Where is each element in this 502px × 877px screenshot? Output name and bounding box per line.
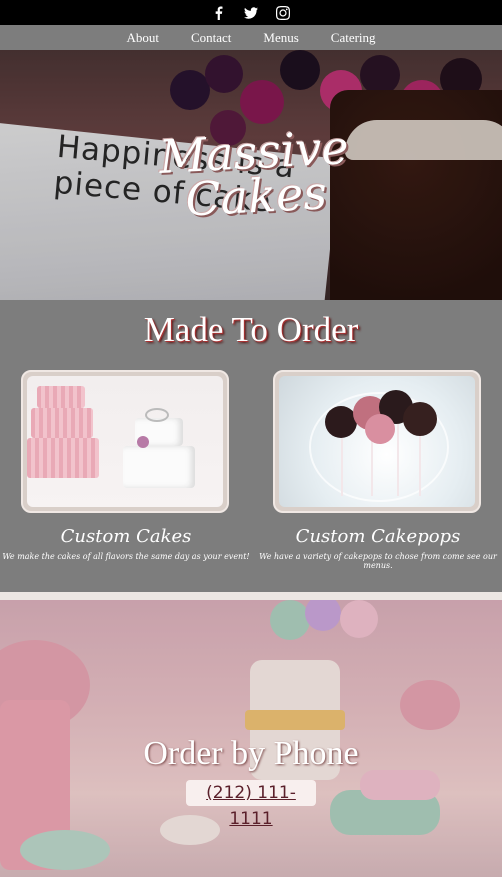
card-image-frame bbox=[21, 370, 229, 513]
section-heading: Made To Order bbox=[143, 310, 359, 349]
card-title-custom-cakes: Custom Cakes bbox=[60, 526, 192, 547]
card-custom-cakes[interactable] bbox=[21, 370, 231, 513]
card-title-custom-cakepops: Custom Cakepops bbox=[295, 526, 461, 547]
section-divider bbox=[0, 592, 502, 600]
card-desc-custom-cakes: We make the cakes of all flavors the sam… bbox=[2, 552, 250, 561]
social-bar bbox=[0, 0, 502, 25]
site-logo: Massive Cakes bbox=[148, 120, 362, 227]
order-by-phone-section: Order by Phone (212) 111-1111 bbox=[0, 600, 502, 877]
custom-cake-image bbox=[27, 376, 223, 507]
made-to-order-section: Made To Order Custom Cakes We make the c… bbox=[0, 300, 502, 592]
main-nav: About Contact Menus Catering bbox=[0, 25, 502, 50]
nav-contact[interactable]: Contact bbox=[191, 30, 231, 46]
twitter-icon[interactable] bbox=[243, 5, 259, 21]
card-custom-cakepops[interactable] bbox=[273, 370, 483, 513]
card-desc-custom-cakepops: We have a variety of cakepops to chose f… bbox=[259, 552, 497, 570]
nav-catering[interactable]: Catering bbox=[331, 30, 376, 46]
cakepops-image bbox=[279, 376, 475, 507]
instagram-icon[interactable] bbox=[275, 5, 291, 21]
order-heading: Order by Phone bbox=[143, 735, 359, 772]
card-image-frame bbox=[273, 370, 481, 513]
facebook-icon[interactable] bbox=[211, 5, 227, 21]
nav-menus[interactable]: Menus bbox=[263, 30, 298, 46]
nav-about[interactable]: About bbox=[126, 30, 159, 46]
phone-number-link[interactable]: (212) 111-1111 bbox=[186, 780, 316, 829]
hero-banner: Happiness is a piece of cake Massive Cak… bbox=[0, 50, 502, 300]
